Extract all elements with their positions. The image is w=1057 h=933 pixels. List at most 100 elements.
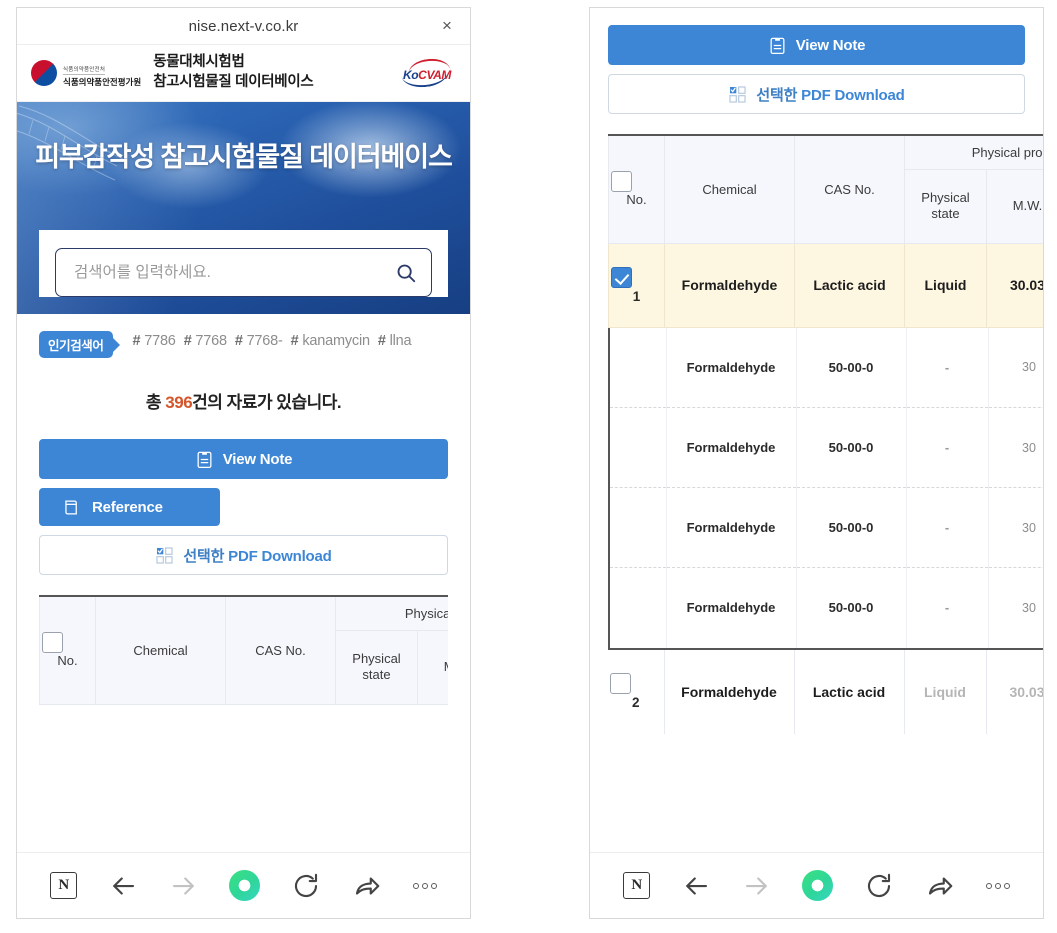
col-group-physical-properties: Physical prope — [335, 595, 448, 631]
pdf-download-button[interactable]: 선택한 PDF Download — [39, 535, 448, 575]
col-no-label: No. — [57, 653, 78, 669]
view-note-button[interactable]: View Note — [39, 439, 448, 479]
mfds-logo: 식품의약품안전처 식품의약품안전평가원 — [31, 58, 141, 88]
browser-panel-left: nise.next-v.co.kr × 식품의약품안전처 식품의약품안전평가원 … — [16, 7, 471, 919]
row-checkbox[interactable] — [611, 266, 632, 288]
search-input[interactable] — [74, 263, 395, 282]
arrow-left-icon[interactable] — [681, 871, 711, 901]
naver-home-icon[interactable] — [802, 870, 834, 901]
results-table-left: No. Chemical CAS No. Physical prope Phys… — [39, 595, 448, 705]
reference-label: Reference — [92, 498, 163, 516]
pdf-download-label-en: PDF Download — [801, 86, 905, 104]
taeguk-icon — [31, 60, 57, 86]
row-chemical: Formaldehyde — [664, 242, 795, 328]
col-mw-header: M.W. — [986, 168, 1043, 244]
subrow-spacer — [610, 407, 667, 488]
subrow-cas: 50-00-0 — [796, 327, 907, 408]
row-physical-state: Liquid — [904, 649, 987, 734]
checklist-grid-icon — [156, 546, 174, 564]
row-cas: Lactic acid — [794, 649, 905, 734]
share-icon[interactable] — [925, 871, 955, 901]
arrow-right-icon — [745, 876, 767, 895]
table-subrow[interactable]: Formaldehyde 50-00-0 - 30 — [610, 487, 1043, 568]
screenshot-stage: nise.next-v.co.kr × 식품의약품안전처 식품의약품안전평가원 … — [0, 0, 1057, 933]
subrow-mw: 30 — [988, 567, 1043, 648]
table-subrow[interactable]: Formaldehyde 50-00-0 - 30 — [610, 407, 1043, 488]
pdf-download-label-ko: 선택한 — [756, 86, 802, 104]
checklist-grid-icon — [729, 85, 747, 103]
row-no-cell[interactable]: 1 — [608, 242, 665, 328]
search-card — [39, 230, 448, 297]
expanded-subrows: Formaldehyde 50-00-0 - 30 Formaldehyde 5… — [608, 327, 1043, 650]
results-table: No. Chemical CAS No. Physical proper Phy… — [608, 134, 1043, 328]
select-all-checkbox[interactable] — [42, 632, 63, 654]
select-all-checkbox[interactable] — [611, 171, 632, 193]
subrow-physical-state: - — [906, 487, 989, 568]
table-subrow[interactable]: Formaldehyde 50-00-0 - 30 — [610, 567, 1043, 648]
clipboard-icon — [770, 37, 785, 54]
pdf-download-label-en: PDF Download — [228, 547, 332, 565]
naver-logo-icon[interactable]: N — [623, 872, 651, 899]
view-note-button-right[interactable]: View Note — [608, 25, 1025, 65]
result-count-prefix: 총 — [145, 393, 166, 412]
arrow-right-icon — [172, 876, 194, 895]
subrow-physical-state: - — [906, 407, 989, 488]
row-no-cell[interactable]: 2 — [608, 649, 665, 734]
reference-button[interactable]: Reference — [39, 488, 220, 526]
naver-home-icon[interactable] — [229, 870, 261, 901]
more-options-icon[interactable] — [412, 882, 437, 889]
search-box[interactable] — [55, 248, 432, 297]
subrow-chemical: Formaldehyde — [666, 567, 797, 648]
row-number: 1 — [632, 288, 641, 304]
row-number: 2 — [631, 695, 640, 710]
url-text: nise.next-v.co.kr — [188, 17, 299, 35]
site-header: 식품의약품안전처 식품의약품안전평가원 동물대체시험법 참고시험물질 데이터베이… — [17, 45, 470, 102]
subrow-cas: 50-00-0 — [796, 567, 907, 648]
subrow-physical-state: - — [906, 567, 989, 648]
popular-tag[interactable]: # llna — [378, 330, 412, 353]
popular-tag[interactable]: # kanamycin — [291, 330, 370, 353]
search-icon[interactable] — [395, 262, 417, 284]
subrow-chemical: Formaldehyde — [666, 327, 797, 408]
arrow-left-icon[interactable] — [108, 871, 138, 901]
url-bar: nise.next-v.co.kr × — [17, 8, 470, 45]
table-subrow[interactable]: Formaldehyde 50-00-0 - 30 — [610, 327, 1043, 408]
refresh-icon[interactable] — [291, 871, 321, 901]
results-table-row2: 2 Formaldehyde Lactic acid Liquid 30.03 — [608, 649, 1043, 734]
subrow-cas: 50-00-0 — [796, 407, 907, 488]
kocvam-ko: Ko — [402, 68, 419, 82]
table-row[interactable]: 2 Formaldehyde Lactic acid Liquid 30.03 — [608, 649, 1043, 734]
popular-tag[interactable]: # 7786 — [133, 330, 176, 353]
browser-nav-bar-left: N — [17, 852, 470, 918]
site-title-line2: 참고시험물질 데이터베이스 — [153, 74, 314, 90]
share-icon[interactable] — [352, 871, 382, 901]
results-table: No. Chemical CAS No. Physical prope Phys… — [39, 595, 448, 705]
popular-tag[interactable]: # 7768- — [235, 330, 283, 353]
results-table-right: No. Chemical CAS No. Physical proper Phy… — [590, 114, 1043, 734]
refresh-icon[interactable] — [864, 871, 894, 901]
col-chemical-header: Chemical — [664, 134, 795, 244]
naver-logo-icon[interactable]: N — [50, 872, 78, 899]
subrow-spacer — [610, 487, 667, 568]
row-checkbox[interactable] — [610, 673, 631, 694]
site-title-line1: 동물대체시험법 — [153, 54, 245, 71]
subrows-table: Formaldehyde 50-00-0 - 30 Formaldehyde 5… — [610, 327, 1043, 648]
popular-tag[interactable]: # 7768 — [184, 330, 227, 353]
more-options-icon[interactable] — [985, 882, 1010, 889]
agency-name-large: 식품의약품안전평가원 — [63, 77, 142, 88]
book-icon — [65, 500, 77, 514]
row-mw: 30.03 — [986, 649, 1043, 734]
subrow-mw: 30 — [988, 487, 1043, 568]
col-group-physical-properties: Physical proper — [903, 134, 1043, 170]
pdf-download-button-right[interactable]: 선택한 PDF Download — [608, 74, 1025, 114]
table-row[interactable]: 1 Formaldehyde Lactic acid Liquid 30.03 — [608, 242, 1043, 328]
subrow-mw: 30 — [988, 327, 1043, 408]
hero-banner: 피부감작성 참고시험물질 데이터베이스 — [17, 102, 470, 314]
kocvam-logo: KoCVAM — [400, 57, 454, 89]
browser-panel-right: View Note 선택한 PDF Download No. Chemical … — [589, 7, 1044, 919]
close-icon[interactable]: × — [438, 17, 456, 35]
col-no-label: No. — [626, 192, 647, 208]
col-mw-header: M.W. — [417, 629, 448, 705]
col-cas-header: CAS No. — [225, 595, 336, 705]
row-chemical: Formaldehyde — [664, 649, 795, 734]
